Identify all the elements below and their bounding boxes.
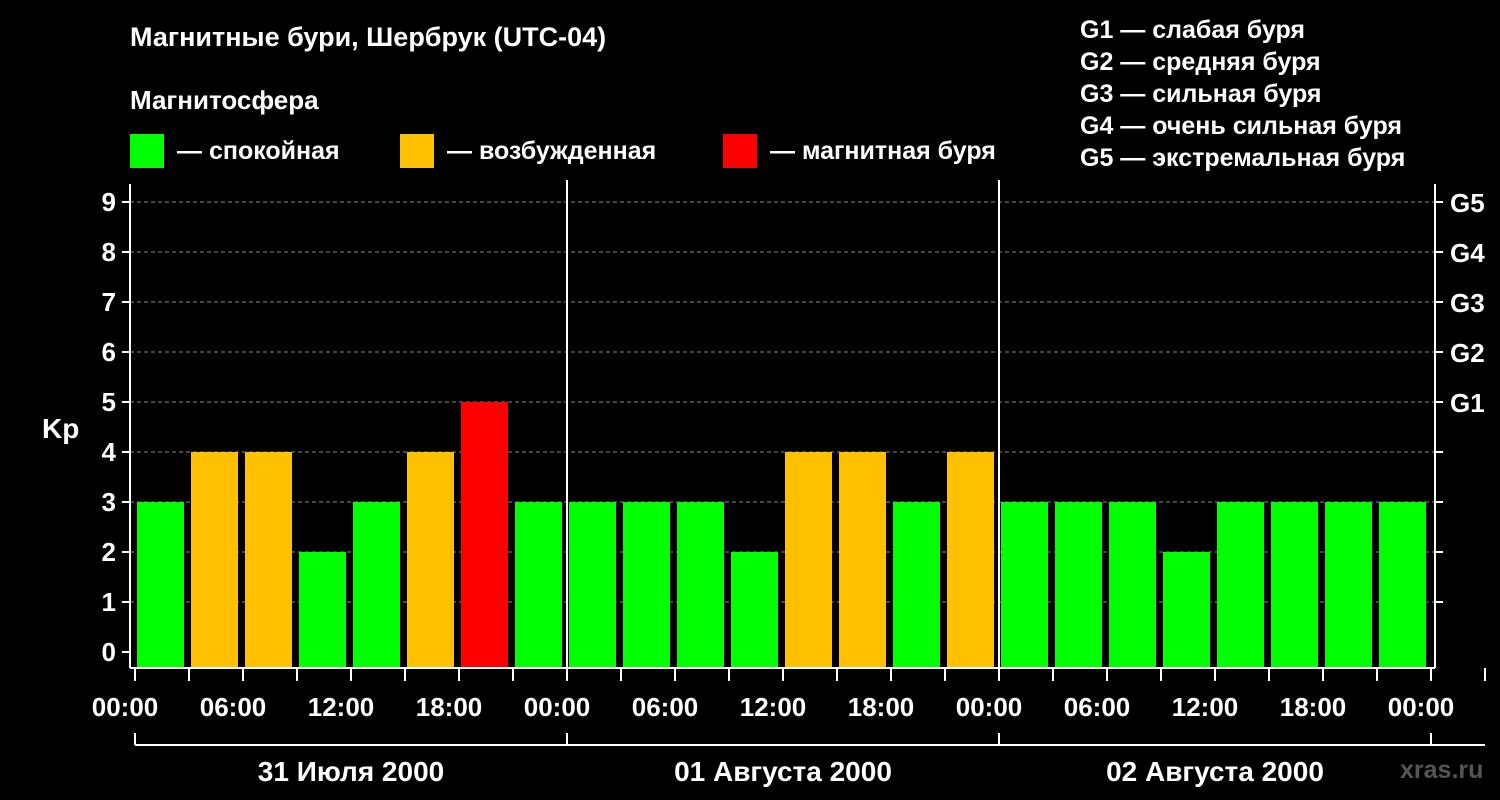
y-tick-label: 7 xyxy=(102,287,116,317)
kp-bar xyxy=(137,502,184,668)
g-tick-label: G2 xyxy=(1450,338,1485,368)
kp-bar xyxy=(569,502,616,668)
x-tick-label: 00:00 xyxy=(524,692,591,722)
x-tick-label: 12:00 xyxy=(1172,692,1239,722)
kp-bar xyxy=(731,552,778,668)
y-tick-label: 6 xyxy=(102,337,116,367)
kp-bar xyxy=(407,452,454,668)
g-tick-label: G5 xyxy=(1450,188,1485,218)
y-axis-label: Kp xyxy=(42,413,79,444)
day-label: 31 Июля 2000 xyxy=(258,756,444,787)
kp-bar xyxy=(677,502,724,668)
kp-bar xyxy=(947,452,994,668)
kp-bar xyxy=(461,402,508,668)
kp-bar xyxy=(1325,502,1372,668)
kp-bar xyxy=(839,452,886,668)
y-tick-label: 1 xyxy=(102,587,116,617)
y-tick-label: 3 xyxy=(102,487,116,517)
x-tick-label: 12:00 xyxy=(740,692,807,722)
kp-bar xyxy=(245,452,292,668)
y-tick-label: 4 xyxy=(102,437,117,467)
x-tick-label: 12:00 xyxy=(308,692,375,722)
g-tick-label: G1 xyxy=(1450,388,1485,418)
watermark: xras.ru xyxy=(1400,756,1484,784)
kp-bar xyxy=(893,502,940,668)
kp-bar xyxy=(1379,502,1426,668)
kp-bar xyxy=(1217,502,1264,668)
kp-bar xyxy=(1271,502,1318,668)
kp-bar xyxy=(1163,552,1210,668)
y-tick-label: 9 xyxy=(102,187,116,217)
x-tick-label: 18:00 xyxy=(1280,692,1347,722)
kp-chart: 0 1 2 3 4 5 6 7 8 9 G1 G2 G3 G4 G5 Kp 00:00 06:00 12:00 18:… xyxy=(42,180,1486,787)
y-tick-label: 0 xyxy=(102,637,116,667)
kp-bar xyxy=(515,502,562,668)
x-tick-label: 00:00 xyxy=(1388,692,1455,722)
y-tick-label: 5 xyxy=(102,387,116,417)
day-label: 01 Августа 2000 xyxy=(674,756,892,787)
kp-bar xyxy=(353,502,400,668)
x-tick-label: 18:00 xyxy=(848,692,915,722)
y-tick-label: 8 xyxy=(102,237,116,267)
x-tick-label: 00:00 xyxy=(92,692,159,722)
kp-bar xyxy=(785,452,832,668)
x-tick-label: 06:00 xyxy=(200,692,267,722)
kp-bar xyxy=(623,502,670,668)
x-tick-label: 18:00 xyxy=(416,692,483,722)
kp-bar xyxy=(1109,502,1156,668)
y-tick-label: 2 xyxy=(102,537,116,567)
g-tick-label: G3 xyxy=(1450,288,1485,318)
x-tick-label: 06:00 xyxy=(632,692,699,722)
x-tick-label: 00:00 xyxy=(956,692,1023,722)
kp-bar xyxy=(191,452,238,668)
x-tick-label: 06:00 xyxy=(1064,692,1131,722)
kp-bar xyxy=(1001,502,1048,668)
day-label: 02 Августа 2000 xyxy=(1106,756,1324,787)
kp-bar xyxy=(1055,502,1102,668)
kp-bar xyxy=(299,552,346,668)
g-tick-label: G4 xyxy=(1450,238,1485,268)
